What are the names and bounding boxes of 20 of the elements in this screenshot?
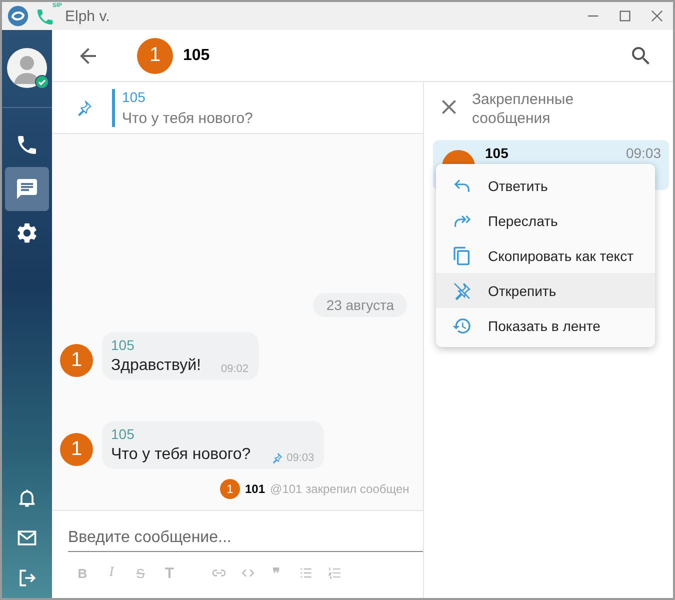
message-author: 105 (111, 426, 136, 442)
panel-title: Закрепленные сообщения (472, 90, 575, 128)
date-chip: 23 августа (313, 293, 407, 317)
message-time: 09:03 (286, 452, 314, 464)
sender-avatar: 1 (60, 344, 93, 377)
pinned-text: Что у тебя нового? (122, 110, 253, 126)
message-text: Здравствуй! (111, 357, 201, 375)
message-author: 105 (111, 337, 136, 353)
pinned-author: 105 (122, 88, 146, 104)
message-text: Что у тебя нового? (111, 446, 251, 464)
window-title: Elph v. (65, 8, 110, 24)
event-text: @101 закрепил сообщен (270, 482, 410, 496)
contact-name: 105 (183, 46, 210, 64)
message-time: 09:02 (220, 363, 249, 375)
sender-avatar: 1 (60, 433, 93, 466)
message-author: 105 (485, 145, 508, 161)
sender-avatar: 1 (220, 479, 240, 499)
message-time: 09:03 (626, 145, 661, 161)
contact-avatar: 1 (137, 38, 173, 74)
event-author: 101 (245, 482, 266, 496)
